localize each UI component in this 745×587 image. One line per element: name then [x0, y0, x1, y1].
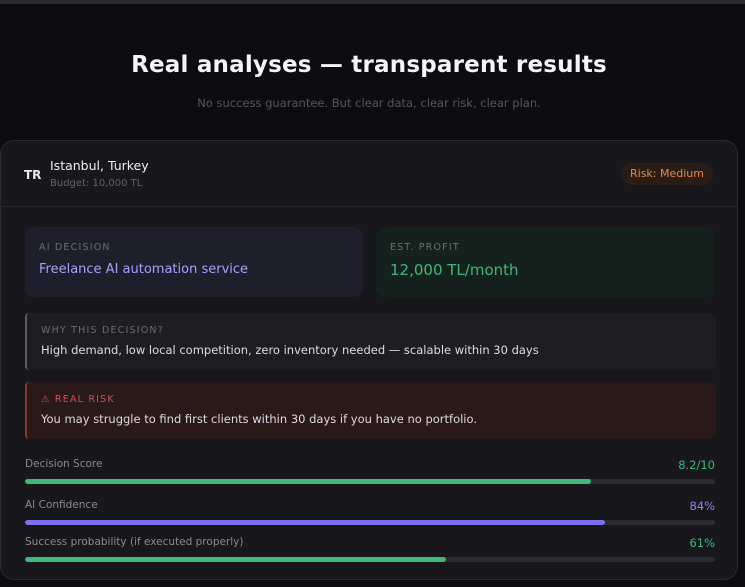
ai-decision-label: AI DECISION [39, 242, 111, 253]
why-decision-label: WHY THIS DECISION? [41, 325, 164, 336]
progress-fill [25, 557, 446, 562]
est-profit-value: 12,000 TL/month [390, 261, 519, 279]
metric-value: 8.2/10 [678, 458, 715, 472]
real-risk-box: ⚠ REAL RISK You may struggle to find fir… [25, 382, 716, 439]
metric-value: 84% [689, 499, 715, 513]
section-title: Real analyses — transparent results [131, 52, 607, 78]
top-border-strip [0, 0, 745, 4]
progress-track [25, 557, 715, 562]
progress-fill [25, 520, 605, 525]
why-decision-text: High demand, low local competition, zero… [41, 343, 539, 357]
metric-label: Decision Score [25, 458, 103, 470]
progress-track [25, 520, 715, 525]
real-risk-label: ⚠ REAL RISK [41, 394, 115, 405]
why-decision-box: WHY THIS DECISION? High demand, low loca… [25, 313, 716, 370]
est-profit-box: EST. PROFIT 12,000 TL/month [376, 227, 714, 297]
metric-label: AI Confidence [25, 499, 98, 511]
country-flag: TR [24, 168, 42, 182]
budget-text: Budget: 10,000 TL [50, 178, 143, 189]
progress-track [25, 479, 715, 484]
ai-decision-value: Freelance AI automation service [39, 262, 249, 277]
real-risk-text: You may struggle to find first clients w… [41, 412, 477, 426]
risk-badge: Risk: Medium [621, 163, 713, 185]
progress-fill [25, 479, 591, 484]
metric-value: 61% [689, 536, 715, 550]
est-profit-label: EST. PROFIT [390, 242, 460, 253]
metric-success-probability: Success probability (if executed properl… [25, 536, 715, 566]
metric-label: Success probability (if executed properl… [25, 536, 244, 548]
metric-ai-confidence: AI Confidence 84% [25, 499, 715, 529]
card-header: TR Istanbul, Turkey Budget: 10,000 TL Ri… [1, 141, 737, 207]
section-subtitle: No success guarantee. But clear data, cl… [197, 96, 541, 110]
metric-decision-score: Decision Score 8.2/10 [25, 458, 715, 488]
ai-decision-box: AI DECISION Freelance AI automation serv… [25, 227, 363, 297]
analysis-card: TR Istanbul, Turkey Budget: 10,000 TL Ri… [0, 140, 738, 580]
location-name: Istanbul, Turkey [50, 158, 149, 173]
